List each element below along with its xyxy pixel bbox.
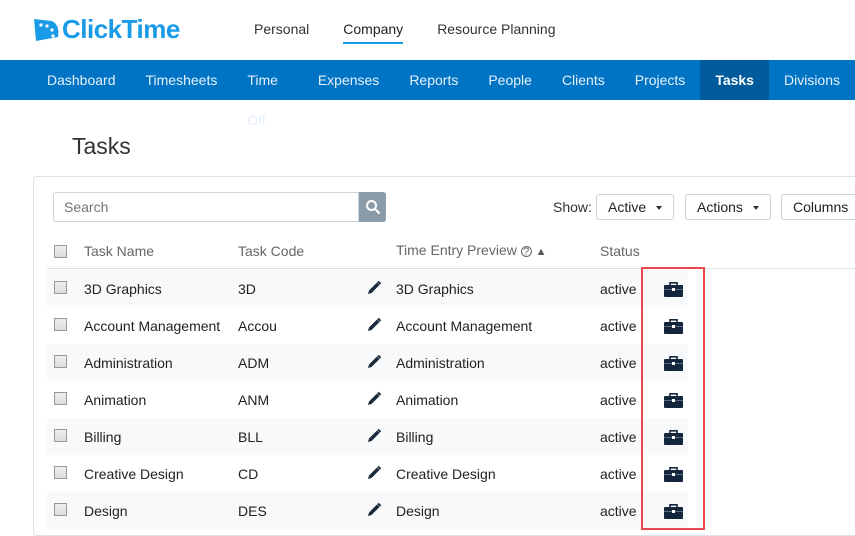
edit-pencil-icon[interactable] [366,317,382,333]
top-nav: Personal Company Resource Planning [254,21,555,44]
task-status: active [600,503,637,519]
task-code: BLL [238,429,263,445]
task-code: CD [238,466,259,482]
caret-down-icon [752,206,759,211]
nav-reports[interactable]: Reports [394,60,473,100]
row-checkbox[interactable] [54,503,67,516]
task-status: active [600,355,637,371]
task-name[interactable]: Billing [84,429,121,445]
row-checkbox[interactable] [54,318,67,331]
time-entry-preview: Design [396,503,440,519]
clock-logo-icon [34,18,59,41]
top-nav-personal[interactable]: Personal [254,21,309,44]
table-row[interactable]: Creative Design CD Creative Design activ… [47,455,688,492]
task-status: active [600,392,637,408]
search-input[interactable] [53,192,359,222]
header-divider [47,268,855,269]
task-code: ANM [238,392,270,408]
row-checkbox[interactable] [54,429,67,442]
logo-text: ClickTime [62,14,180,44]
table-row[interactable]: Design DES Design active [47,492,688,529]
nav-divisions[interactable]: Divisions [769,60,855,100]
table-row[interactable]: Account Management Accou Account Managem… [47,307,688,344]
nav-tasks[interactable]: Tasks [700,60,769,100]
header-time-entry-preview[interactable]: Time Entry Preview ? ▲ [396,242,547,258]
nav-clients[interactable]: Clients [547,60,620,100]
show-filter-value: Active [608,199,647,215]
time-entry-preview: Account Management [396,318,533,334]
table-row[interactable]: Animation ANM Animation active [47,381,688,418]
task-name[interactable]: Creative Design [84,466,184,482]
task-code: ADM [238,355,270,371]
row-checkbox[interactable] [54,392,67,405]
task-name[interactable]: Design [84,503,128,519]
nav-people[interactable]: People [473,60,547,100]
header-preview-label: Time Entry Preview [396,242,517,258]
edit-pencil-icon[interactable] [366,280,382,296]
actions-dropdown[interactable]: Actions [685,194,771,220]
task-status: active [600,318,637,334]
sort-ascending-icon[interactable]: ▲ [536,246,547,258]
help-icon[interactable]: ? [520,246,532,258]
header-task-name[interactable]: Task Name [84,243,154,259]
time-entry-preview: 3D Graphics [396,281,474,297]
search-button[interactable] [359,192,386,222]
row-checkbox[interactable] [54,466,67,479]
task-status: active [600,429,637,445]
nav-timesheets[interactable]: Timesheets [131,60,233,100]
page-title: Tasks [72,133,131,159]
actions-label: Actions [697,199,743,215]
task-code: Accou [238,318,277,334]
time-entry-preview: Creative Design [396,466,496,482]
highlight-box [641,267,705,530]
columns-label: Columns [793,199,849,215]
time-entry-preview: Billing [396,429,434,445]
clicktime-logo[interactable]: ClickTime [32,14,180,45]
table-row[interactable]: Billing BLL Billing active [47,418,688,455]
table-row[interactable]: Administration ADM Administration active [47,344,688,381]
top-bar: ClickTime Personal Company Resource Planni… [0,0,855,60]
task-code: 3D [238,281,256,297]
row-checkbox[interactable] [54,355,67,368]
nav-expenses[interactable]: Expenses [303,60,394,100]
table-row[interactable]: 3D Graphics 3D 3D Graphics active [47,270,688,307]
task-name[interactable]: Account Management [84,318,220,334]
edit-pencil-icon[interactable] [366,428,382,444]
nav-dashboard[interactable]: Dashboard [32,60,131,100]
header-status[interactable]: Status [600,243,640,259]
top-nav-company[interactable]: Company [343,21,404,44]
task-status: active [600,281,637,297]
time-entry-preview: Administration [396,355,485,371]
main-nav: Dashboard Timesheets Time Off Expenses Repor… [0,60,855,128]
edit-pencil-icon[interactable] [366,354,382,370]
show-filter-dropdown[interactable]: Active [596,194,675,220]
edit-pencil-icon[interactable] [366,502,382,518]
time-entry-preview: Animation [396,392,459,408]
edit-pencil-icon[interactable] [366,465,382,481]
edit-pencil-icon[interactable] [366,391,382,407]
row-checkbox[interactable] [54,281,67,294]
task-name[interactable]: 3D Graphics [84,281,162,297]
task-name[interactable]: Administration [84,355,173,371]
header-task-code[interactable]: Task Code [238,243,304,259]
show-label: Show: [553,199,592,215]
nav-time-off[interactable]: Time Off [232,60,302,128]
columns-button[interactable]: Columns [781,194,855,220]
top-nav-resource-planning[interactable]: Resource Planning [437,21,555,44]
nav-projects[interactable]: Projects [620,60,701,100]
search-icon [365,200,380,215]
caret-down-icon [656,206,663,211]
task-name[interactable]: Animation [84,392,146,408]
task-status: active [600,466,637,482]
task-code: DES [238,503,267,519]
select-all-checkbox[interactable] [54,245,67,258]
